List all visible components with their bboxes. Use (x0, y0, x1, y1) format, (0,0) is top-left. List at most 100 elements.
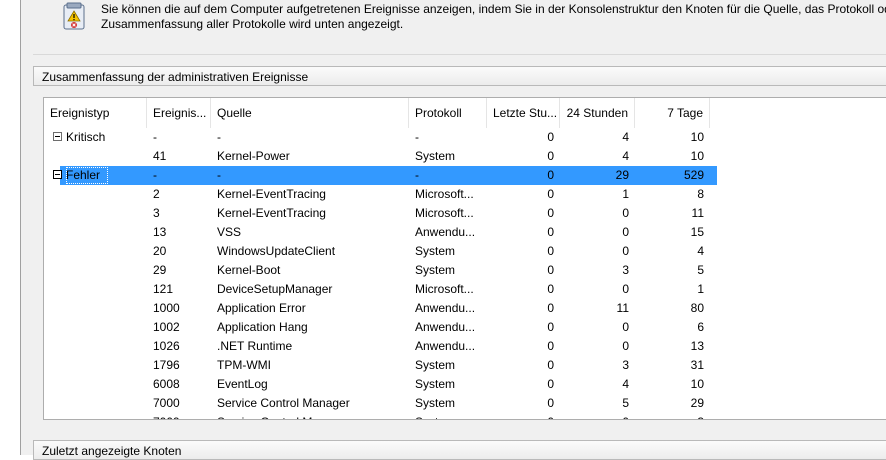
cell-type (60, 280, 147, 299)
table-group-row[interactable]: Kritisch - - - 0 4 10 (44, 128, 886, 147)
cell-type (60, 185, 147, 204)
cell-type (60, 223, 147, 242)
cell-24-hours: 5 (622, 396, 629, 410)
cell-24-hours: 3 (622, 263, 629, 277)
column-header-log[interactable]: Protokoll (409, 98, 487, 128)
column-header-7-days[interactable]: 7 Tage (635, 98, 710, 128)
cell-event-id: 7000 (153, 396, 180, 410)
table-row[interactable]: 7009Service Control ManagerSystem003 (44, 413, 886, 419)
cell-source: Service Control Manager (217, 396, 350, 410)
cell-event-id: - (153, 130, 157, 144)
cell-log: System (415, 263, 456, 277)
focus-rectangle (66, 167, 108, 184)
column-header-last-hour[interactable]: Letzte Stu... (487, 98, 560, 128)
summary-panel-body: Ereignistyp Ereignis... Quelle Protokoll… (33, 86, 886, 420)
cell-event-id: 7009 (147, 413, 211, 419)
cell-log: Anwendu... (415, 339, 476, 353)
column-header-type[interactable]: Ereignistyp (44, 98, 147, 128)
cell-log: - (415, 130, 419, 144)
cell-24-hours: 0 (622, 282, 629, 296)
cell-7-days: 15 (690, 225, 704, 239)
left-border (0, 0, 21, 455)
cell-7-days: 8 (697, 187, 704, 201)
cell-event-id: 1000 (153, 301, 180, 315)
intro-line-1: Sie können die auf dem Computer aufgetre… (101, 2, 886, 16)
cell-last-hour: 0 (547, 339, 554, 353)
cell-event-id: 29 (153, 263, 167, 277)
recent-panel-title: Zuletzt angezeigte Knoten (42, 444, 182, 458)
cell-last-hour: 0 (547, 168, 554, 182)
table-row[interactable]: 6008 EventLog System 0 4 10 (44, 375, 886, 394)
cell-last-hour: 0 (547, 358, 554, 372)
cell-source: Kernel-Boot (217, 263, 281, 277)
cell-last-hour: 0 (547, 282, 554, 296)
column-header-24-hours[interactable]: 24 Stunden (560, 98, 635, 128)
cell-type (60, 394, 147, 413)
cell-event-id: 1796 (153, 358, 180, 372)
cell-24-hours: 0 (622, 206, 629, 220)
column-header-source[interactable]: Quelle (211, 98, 409, 128)
cell-24-hours: 0 (622, 244, 629, 258)
cell-log: Microsoft... (415, 282, 474, 296)
cell-source: .NET Runtime (217, 339, 293, 353)
cell-7-days: 29 (690, 396, 704, 410)
table-row[interactable]: 41 Kernel-Power System 0 4 10 (44, 147, 886, 166)
table-row[interactable]: 1796 TPM-WMI System 0 3 31 (44, 356, 886, 375)
summary-table[interactable]: Ereignistyp Ereignis... Quelle Protokoll… (43, 97, 886, 420)
table-row[interactable]: 20 WindowsUpdateClient System 0 0 4 (44, 242, 886, 261)
table-row[interactable]: 1026 .NET Runtime Anwendu... 0 0 13 (44, 337, 886, 356)
table-row[interactable]: 7000 Service Control Manager System 0 5 29 (44, 394, 886, 413)
column-header-event-id[interactable]: Ereignis... (147, 98, 211, 128)
cell-last-hour: 0 (547, 225, 554, 239)
recent-panel-header[interactable]: Zuletzt angezeigte Knoten (33, 440, 886, 460)
table-row[interactable]: 13 VSS Anwendu... 0 0 15 (44, 223, 886, 242)
cell-last-hour: 0 (547, 263, 554, 277)
cell-type (60, 242, 147, 261)
cell-source: - (217, 168, 221, 182)
cell-24-hours: 3 (622, 358, 629, 372)
table-row[interactable]: 121 DeviceSetupManager Microsoft... 0 0 1 (44, 280, 886, 299)
cell-7-days: 11 (691, 206, 704, 220)
table-row[interactable]: 1002 Application Hang Anwendu... 0 0 6 (44, 318, 886, 337)
cell-last-hour: 0 (547, 320, 554, 334)
table-row[interactable]: 1000 Application Error Anwendu... 0 11 80 (44, 299, 886, 318)
cell-7-days: 80 (690, 301, 704, 315)
cell-24-hours: 4 (622, 130, 629, 144)
summary-panel-header[interactable]: Zusammenfassung der administrativen Erei… (33, 66, 886, 86)
cell-last-hour: 0 (547, 396, 554, 410)
table-row[interactable]: 2 Kernel-EventTracing Microsoft... 0 1 8 (44, 185, 886, 204)
cell-24-hours: 0 (622, 225, 629, 239)
intro-section: Sie können die auf dem Computer aufgetre… (33, 0, 886, 55)
cell-log: - (415, 168, 419, 182)
cell-type (60, 147, 147, 166)
cell-7-days: 1 (697, 282, 704, 296)
cell-log: Anwendu... (415, 225, 476, 239)
cell-24-hours: 0 (622, 320, 629, 334)
table-row[interactable]: 29 Kernel-Boot System 0 3 5 (44, 261, 886, 280)
cell-24-hours: 1 (622, 187, 629, 201)
cell-source: - (217, 130, 221, 144)
cell-last-hour: 0 (547, 130, 554, 144)
cell-7-days: 10 (690, 377, 704, 391)
cell-source: Service Control Manager (211, 413, 409, 419)
cell-last-hour: 0 (487, 413, 560, 419)
cell-log: System (415, 244, 456, 258)
cell-7-days: 529 (683, 168, 704, 182)
cell-event-id: 41 (153, 149, 167, 163)
cell-log: Anwendu... (415, 320, 476, 334)
cell-last-hour: 0 (547, 301, 554, 315)
cell-log: System (415, 358, 456, 372)
summary-panel-title: Zusammenfassung der administrativen Erei… (42, 70, 309, 84)
cell-24-hours: 0 (560, 413, 635, 419)
cell-type (60, 337, 147, 356)
cell-last-hour: 0 (547, 244, 554, 258)
table-row[interactable]: 3 Kernel-EventTracing Microsoft... 0 0 11 (44, 204, 886, 223)
cell-last-hour: 0 (547, 206, 554, 220)
cell-log: System (415, 377, 456, 391)
cell-event-id: 3 (153, 206, 160, 220)
cell-log: Anwendu... (415, 301, 476, 315)
table-group-row[interactable]: Fehler - - -0 29 529 (44, 166, 886, 185)
intro-line-2: Zusammenfassung aller Protokolle wird un… (101, 17, 404, 31)
cell-7-days: 10 (690, 130, 704, 144)
cell-source: DeviceSetupManager (217, 282, 333, 296)
